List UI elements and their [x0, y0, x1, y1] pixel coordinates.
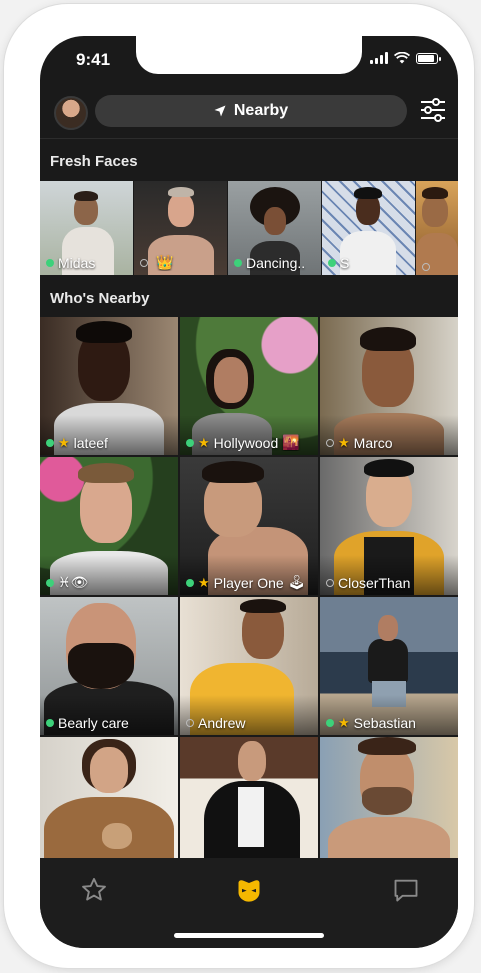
fresh-face-name: Dancing.. [246, 255, 306, 271]
favorite-star-icon: ★ [198, 434, 210, 450]
profile-emoji: 🌇 [282, 434, 300, 450]
battery-icon [416, 52, 441, 64]
online-status-icon [326, 719, 334, 727]
favorite-star-icon: ★ [58, 435, 70, 450]
profile-tile[interactable]: ★ Hollywood 🌇 [180, 317, 318, 455]
profile-tile[interactable] [320, 737, 458, 875]
location-label: Nearby [233, 102, 289, 119]
fresh-face-tile[interactable]: S [322, 181, 415, 275]
profile-name: Player One [213, 574, 284, 591]
offline-status-icon [422, 263, 430, 271]
fresh-faces-title: Fresh Faces [50, 153, 138, 170]
online-status-icon [186, 438, 194, 447]
profile-name: Hollywood [213, 434, 279, 451]
online-status-icon [328, 259, 336, 267]
fresh-face-tile[interactable] [416, 181, 458, 275]
favorite-star-icon: ★ [338, 715, 350, 730]
phone-frame: 9:41 Nearby Fresh Faces Midas 👑 Dancing.… [4, 4, 474, 968]
online-status-icon [46, 578, 54, 587]
profile-emoji: 👑 [156, 254, 174, 270]
online-status-icon [186, 578, 194, 587]
profile-tile[interactable] [180, 737, 318, 875]
profile-name: Bearly care [58, 715, 129, 731]
profile-avatar-button[interactable] [54, 96, 88, 130]
profile-name: CloserThan [338, 575, 411, 591]
offline-status-icon [326, 439, 334, 447]
online-status-icon [234, 259, 242, 267]
top-bar: Nearby [40, 92, 458, 136]
location-selector-button[interactable]: Nearby [95, 95, 407, 127]
profile-emoji: 🕹 [287, 574, 306, 590]
profile-emoji: ♓👁 [58, 574, 89, 590]
profile-tile[interactable]: ★ Marco [320, 317, 458, 455]
offline-status-icon [186, 719, 194, 727]
profile-tile[interactable] [40, 737, 178, 875]
bottom-tab-bar [40, 858, 458, 948]
profile-tile[interactable]: CloserThan [320, 457, 458, 595]
fresh-face-name: Midas [58, 255, 96, 271]
online-status-icon [46, 259, 54, 267]
profile-tile[interactable]: ♓👁 [40, 457, 178, 595]
profile-tile[interactable]: Andrew [180, 597, 318, 735]
profile-tile[interactable]: ★ Sebastian [320, 597, 458, 735]
chat-bubble-icon[interactable] [392, 876, 420, 904]
online-status-icon [46, 719, 54, 727]
favorite-star-icon: ★ [338, 435, 350, 450]
profile-name: Andrew [198, 715, 246, 731]
offline-status-icon [140, 258, 148, 267]
fresh-face-tile[interactable]: Dancing.. [228, 181, 321, 275]
app-screen: 9:41 Nearby Fresh Faces Midas 👑 Dancing.… [40, 36, 458, 948]
fresh-face-tile[interactable]: Midas [40, 181, 133, 275]
profile-tile[interactable]: Bearly care [40, 597, 178, 735]
online-status-icon [46, 439, 54, 447]
status-time: 9:41 [76, 50, 111, 69]
offline-status-icon [326, 579, 334, 587]
status-bar: 9:41 [40, 36, 458, 80]
wifi-icon [394, 52, 410, 64]
filter-sliders-icon[interactable] [420, 98, 446, 122]
profile-name: Marco [353, 435, 393, 451]
fresh-face-name: S [340, 255, 350, 271]
profile-tile[interactable]: ★ lateef [40, 317, 178, 455]
star-outline-icon[interactable] [80, 876, 108, 904]
fresh-faces-carousel[interactable]: Midas 👑 Dancing.. S [40, 181, 458, 275]
profile-name: lateef [73, 435, 108, 451]
home-indicator [174, 933, 324, 938]
grindr-mask-icon[interactable] [235, 876, 263, 904]
fresh-face-tile[interactable]: 👑 [134, 181, 227, 275]
whos-nearby-title: Who's Nearby [50, 290, 150, 307]
location-arrow-icon [214, 105, 226, 117]
header-divider [40, 138, 458, 139]
profile-tile[interactable]: ★ Player One 🕹 [180, 457, 318, 595]
signal-icon [370, 52, 388, 64]
status-icons [370, 52, 441, 64]
favorite-star-icon: ★ [198, 574, 210, 590]
profile-name: Sebastian [353, 715, 416, 731]
